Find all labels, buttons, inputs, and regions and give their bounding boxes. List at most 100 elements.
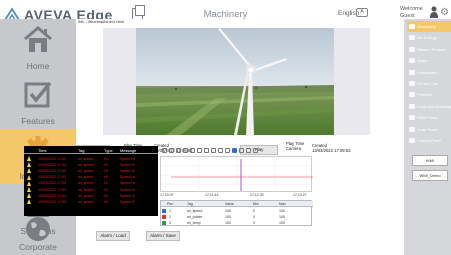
alarm-row[interactable]: 13/03/2022 17:03 wt_speed Hi Speed Hi bbox=[24, 174, 158, 181]
legend-col-tag: Tag bbox=[187, 202, 193, 206]
trend-zoom-in-icon[interactable] bbox=[162, 148, 167, 153]
nav-item-corporate[interactable]: Corporate bbox=[0, 217, 76, 255]
alarm-row[interactable]: 13/03/2022 17:03 wt_speed Hi Speed Hi bbox=[24, 180, 158, 187]
legend-cell: 100 bbox=[225, 208, 231, 213]
alarm-row[interactable]: 13/03/2022 17:03 wt_speed Hi Speed Hi bbox=[24, 199, 158, 205]
industry-icon bbox=[409, 46, 415, 52]
industry-item[interactable]: Water bbox=[407, 55, 451, 66]
nav-item-features[interactable]: Features bbox=[0, 74, 76, 129]
alarm-cell: wt_speed bbox=[78, 187, 94, 192]
industry-item[interactable]: Wind Power bbox=[407, 112, 451, 123]
alarm-row[interactable]: 13/03/2022 17:03 wt_speed Hi Speed Hi bbox=[24, 156, 158, 162]
industry-label: Water bbox=[417, 58, 428, 64]
alarm-row[interactable]: 13/03/2022 17:03 wt_speed Hi Speed Hi bbox=[24, 187, 158, 193]
legend-row[interactable]: 2 wt_power 100 0 100 bbox=[161, 214, 313, 220]
settings-icon[interactable]: ⚙ bbox=[440, 8, 449, 18]
alarm-table-header: Time Tag Type Message bbox=[24, 146, 158, 154]
trend-grid-icon[interactable] bbox=[218, 148, 223, 153]
alarm-row[interactable]: 13/03/2022 17:03 wt_speed Hi Speed Hi bbox=[24, 162, 158, 168]
user-icon[interactable] bbox=[430, 6, 438, 18]
wmi-demo-button[interactable]: WMI_Demo bbox=[412, 170, 448, 181]
alarm-load-button[interactable]: Alarm / Load bbox=[96, 231, 130, 241]
legend-cell: 1 bbox=[169, 208, 171, 213]
alarm-save-button[interactable]: Alarm / Save bbox=[146, 231, 180, 241]
alarm-col-tag[interactable]: Tag bbox=[78, 148, 84, 153]
right-navigation: Machinery Bio Energy Steam / Furnace Water W… bbox=[404, 19, 451, 255]
alarm-cell: 13/03/2022 17:03 bbox=[38, 175, 66, 180]
checkbox-icon bbox=[24, 81, 52, 108]
alarm-col-time[interactable]: Time bbox=[38, 148, 47, 153]
alarm-cell: Hi bbox=[104, 199, 108, 204]
trend-toolbar bbox=[160, 148, 288, 154]
industry-icon bbox=[409, 103, 415, 109]
language-icon[interactable]: A bbox=[356, 8, 368, 17]
industry-item[interactable]: Steam / Furnace bbox=[407, 44, 451, 55]
right-info-value2: 13/03/2022 17:09:53 bbox=[312, 148, 351, 153]
alarm-col-type[interactable]: Type bbox=[104, 148, 113, 153]
industry-item[interactable]: Food and Beverages bbox=[407, 101, 451, 112]
alarm-cell: Hi bbox=[104, 193, 108, 198]
alarm-row[interactable]: 13/03/2022 17:03 wt_speed Hi Speed Hi bbox=[24, 193, 158, 199]
wind-turbine-image bbox=[136, 28, 334, 135]
industry-icon bbox=[409, 58, 415, 64]
trend-print-icon[interactable] bbox=[225, 148, 230, 153]
trend-back-icon[interactable] bbox=[197, 148, 202, 153]
trend-x-label-2: 17:12:33 bbox=[250, 193, 264, 197]
trend-export-icon[interactable] bbox=[253, 148, 258, 153]
trend-reset-icon[interactable] bbox=[183, 148, 188, 153]
trend-x-label-0: 17:10:37 bbox=[160, 193, 174, 197]
legend-cell: 100 bbox=[279, 208, 285, 213]
alarm-cell: Speed Hi bbox=[120, 181, 135, 186]
pen-color-swatch bbox=[162, 214, 166, 219]
alarm-cell: 13/03/2022 17:03 bbox=[38, 156, 66, 161]
alarm-cell: Speed Hi bbox=[120, 168, 135, 173]
nav-item-home[interactable]: Home bbox=[0, 19, 76, 74]
wmi-button[interactable]: WMI bbox=[412, 155, 448, 166]
trend-pause-icon[interactable] bbox=[190, 148, 195, 153]
trend-save-icon[interactable] bbox=[239, 148, 244, 153]
alarm-table[interactable]: Time Tag Type Message 13/03/2022 17:03 wt… bbox=[24, 146, 158, 216]
alarm-cell: 13/03/2022 17:03 bbox=[38, 193, 66, 198]
alarm-row[interactable]: 13/03/2022 17:03 wt_speed Hi Speed Hi bbox=[24, 168, 158, 174]
trend-config-icon[interactable] bbox=[246, 148, 251, 153]
legend-row[interactable]: 1 wt_speed 100 0 100 bbox=[161, 208, 313, 214]
industry-label: Wastewater bbox=[417, 69, 438, 75]
alarm-cell: Speed Hi bbox=[120, 193, 135, 198]
trend-legend-table[interactable]: Pen Tag Value Min Max 1 wt_speed 100 0 100 2 w… bbox=[160, 200, 313, 226]
industry-icon bbox=[409, 35, 415, 41]
trend-pan-icon[interactable] bbox=[176, 148, 181, 153]
industry-label: Wind Power bbox=[417, 115, 439, 121]
nav-label-features: Features bbox=[21, 116, 55, 126]
industry-item[interactable]: Process bbox=[407, 89, 451, 100]
industry-item[interactable]: Oil and Gas bbox=[407, 78, 451, 89]
trend-chart[interactable] bbox=[160, 156, 313, 193]
industry-item[interactable]: Wastewater bbox=[407, 67, 451, 78]
warning-icon bbox=[27, 162, 31, 168]
industry-icon bbox=[409, 92, 415, 98]
alarm-cell: Hi bbox=[104, 181, 108, 186]
alarm-cell: wt_speed bbox=[78, 156, 94, 161]
alarm-cell: Speed Hi bbox=[120, 162, 135, 167]
home-icon bbox=[24, 26, 52, 52]
trend-cursor-icon[interactable] bbox=[211, 148, 216, 153]
industry-item[interactable]: Solar Power bbox=[407, 124, 451, 135]
alarm-cell: Speed Hi bbox=[120, 175, 135, 180]
trend-forward-icon[interactable] bbox=[204, 148, 209, 153]
industry-item[interactable]: Control Panel bbox=[407, 135, 451, 146]
legend-col-min: Min bbox=[253, 202, 259, 206]
industry-item[interactable]: Machinery bbox=[407, 21, 451, 32]
alarm-col-message[interactable]: Message bbox=[120, 148, 136, 153]
industry-item[interactable]: Bio Energy bbox=[407, 32, 451, 43]
warning-icon bbox=[27, 193, 31, 199]
legend-cell: 100 bbox=[279, 221, 285, 226]
right-created-info: Created 13/03/2022 17:09:53 bbox=[312, 143, 350, 153]
warning-icon bbox=[27, 174, 31, 180]
trend-zoom-out-icon[interactable] bbox=[169, 148, 174, 153]
legend-row[interactable]: 3 wt_temp 100 0 100 bbox=[161, 220, 313, 226]
industry-icon bbox=[409, 69, 415, 75]
alarm-cell: Hi bbox=[104, 175, 108, 180]
video-viewer[interactable] bbox=[103, 28, 370, 135]
legend-cell: 0 bbox=[253, 214, 255, 219]
trend-mode-icon[interactable] bbox=[232, 148, 237, 153]
alarm-cell: wt_speed bbox=[78, 181, 94, 186]
